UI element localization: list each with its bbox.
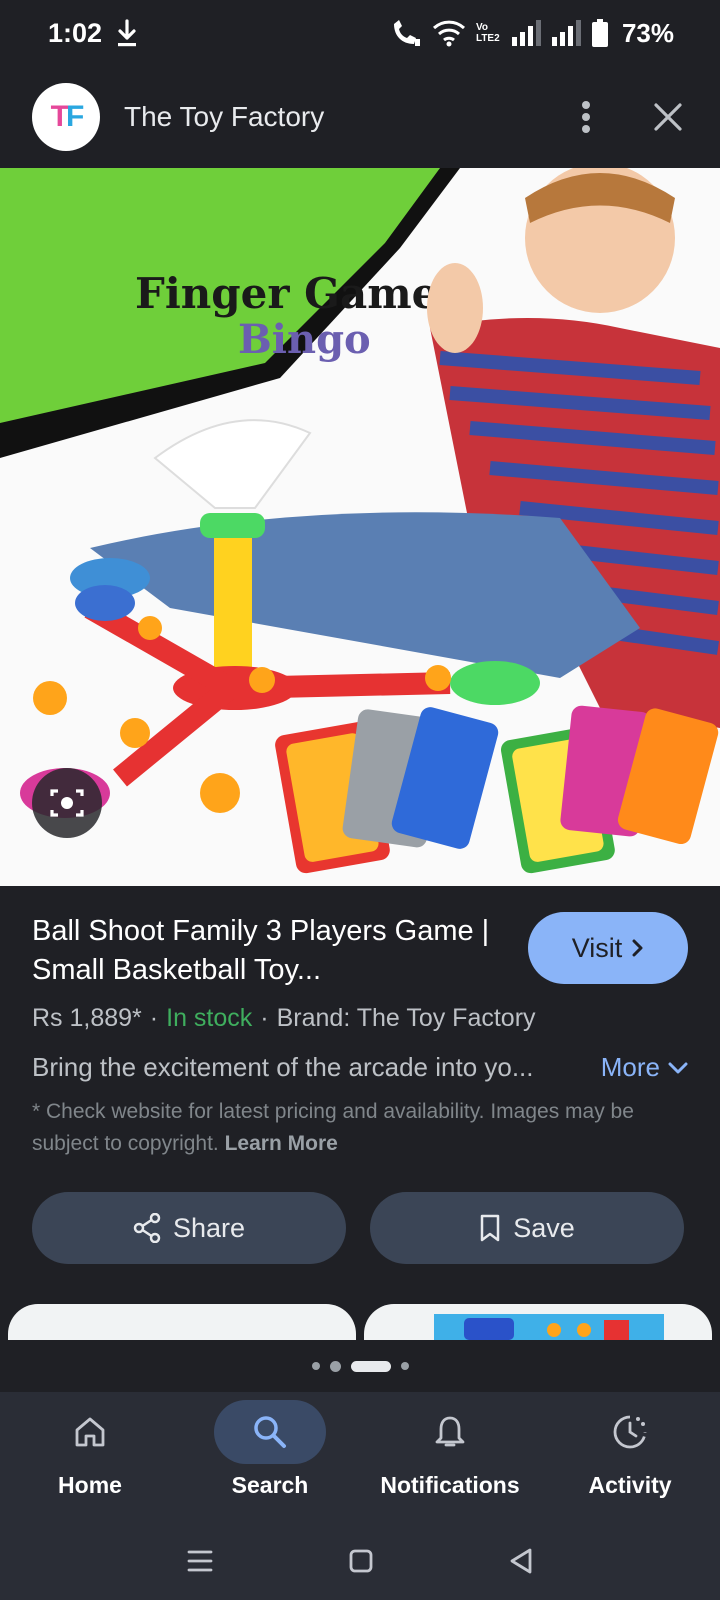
close-button[interactable]	[648, 97, 688, 137]
description-row: Bring the excitement of the arcade into …	[32, 1052, 688, 1083]
more-button[interactable]: More	[601, 1052, 688, 1083]
product-photo: Finger Games Bingo	[0, 168, 720, 886]
learn-more-link[interactable]: Learn More	[225, 1132, 338, 1155]
disclaimer: * Check website for latest pricing and a…	[32, 1100, 634, 1155]
share-icon	[133, 1213, 161, 1243]
home-icon	[75, 1417, 105, 1447]
volte-label: Vo LTE2	[475, 22, 500, 44]
signal-icon	[511, 20, 541, 46]
nav-search[interactable]: Search	[180, 1392, 360, 1522]
description: Bring the excitement of the arcade into …	[32, 1052, 534, 1082]
close-icon	[654, 103, 682, 131]
image-headline-1: Finger Games	[135, 269, 462, 318]
product-image[interactable]: Finger Games Bingo	[0, 168, 720, 886]
nav-activity[interactable]: Activity	[540, 1392, 720, 1522]
nav-home[interactable]: Home	[0, 1392, 180, 1522]
status-time: 1:02	[48, 17, 103, 48]
lens-icon	[50, 789, 84, 817]
save-button[interactable]: Save	[370, 1192, 684, 1264]
page-dot-active	[350, 1360, 391, 1372]
product-meta: Rs 1,889* · In stock · Brand: The Toy Factor…	[32, 1004, 536, 1032]
image-headline-2: Bingo	[238, 316, 371, 363]
more-vert-icon	[582, 101, 590, 133]
search-icon	[254, 1416, 286, 1448]
share-label: Share	[172, 1212, 246, 1243]
site-logo[interactable]: TF	[32, 83, 100, 151]
related-card-thumbnail	[434, 1314, 664, 1344]
product-title[interactable]: Ball Shoot Family 3 Players Game | Small…	[32, 912, 492, 990]
price: Rs 1,889*	[32, 1004, 142, 1032]
status-bar: 1:02 Vo LTE2 73%	[0, 0, 720, 66]
wifi-calling-icon	[393, 20, 420, 46]
visit-button[interactable]: Visit	[528, 912, 688, 984]
visit-label: Visit	[571, 932, 623, 963]
nav-label: Search	[231, 1472, 309, 1498]
chevron-down-icon	[668, 1062, 688, 1073]
save-label: Save	[513, 1212, 575, 1243]
page-dot	[329, 1360, 341, 1372]
status-icons: Vo LTE2 73%	[390, 18, 674, 49]
nav-label: Home	[58, 1472, 122, 1498]
product-info: Ball Shoot Family 3 Players Game | Small…	[0, 886, 720, 1344]
more-options-button[interactable]	[566, 97, 606, 137]
stock-status: In stock	[166, 1004, 253, 1032]
back-icon[interactable]	[508, 1547, 534, 1575]
activity-icon	[613, 1415, 647, 1449]
home-system-icon[interactable]	[348, 1548, 374, 1574]
battery-percent: 73%	[621, 17, 674, 48]
related-card[interactable]	[364, 1304, 712, 1344]
site-name[interactable]: The Toy Factory	[124, 101, 324, 133]
wifi-icon	[432, 20, 465, 47]
signal-icon-2	[551, 20, 581, 46]
nav-label: Activity	[588, 1472, 672, 1498]
lens-button[interactable]	[32, 768, 102, 838]
share-button[interactable]: Share	[32, 1192, 346, 1264]
chevron-right-icon	[632, 939, 643, 957]
carousel-indicator	[0, 1340, 720, 1392]
recents-icon[interactable]	[186, 1549, 214, 1573]
nav-label: Notifications	[380, 1472, 520, 1498]
system-nav-bar	[0, 1522, 720, 1600]
page-dot	[400, 1362, 409, 1370]
brand: Brand: The Toy Factory	[276, 1004, 536, 1032]
header: TF The Toy Factory	[0, 66, 720, 168]
nav-notifications[interactable]: Notifications	[360, 1392, 540, 1522]
bookmark-icon	[480, 1214, 500, 1242]
page-dot	[311, 1362, 320, 1370]
download-icon	[118, 19, 137, 47]
related-card[interactable]	[8, 1304, 356, 1344]
bell-icon	[435, 1416, 465, 1447]
battery-icon	[591, 19, 608, 47]
bottom-nav: Home Search Notifications Activity	[0, 1392, 720, 1522]
